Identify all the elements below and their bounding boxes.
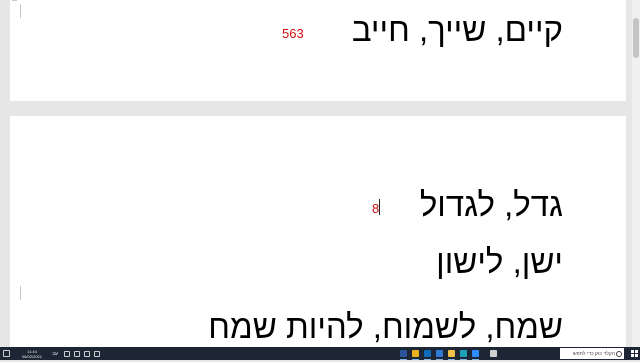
file-explorer-icon[interactable] [448, 347, 455, 360]
clock-date: 06/02/2021 [21, 354, 43, 359]
word-icon[interactable] [400, 347, 407, 360]
text-line[interactable]: קיים, שייך, חייב [352, 11, 563, 49]
store-icon[interactable] [436, 347, 443, 360]
volume-icon[interactable] [64, 347, 70, 360]
line-number-annotation: 563 [282, 26, 304, 41]
search-box[interactable]: הקלד כאן כדי לחפש [560, 348, 624, 359]
text-line[interactable]: ישן, לישון [436, 243, 563, 281]
mail-icon[interactable] [424, 347, 431, 360]
text-line[interactable]: שמח, לשמוח, להיות שמח [208, 308, 563, 346]
battery-icon[interactable] [84, 347, 90, 360]
notifications-icon[interactable] [3, 347, 10, 360]
margin-marker [20, 4, 21, 18]
zoom-icon[interactable] [472, 347, 479, 360]
margin-marker [20, 286, 21, 300]
text-cursor [379, 199, 380, 215]
chrome-icon[interactable] [412, 347, 419, 360]
scrollbar-thumb[interactable] [633, 18, 639, 58]
margin-marker [12, 0, 17, 1]
search-placeholder: הקלד כאן כדי לחפש [572, 350, 615, 357]
windows-logo-icon [630, 350, 638, 357]
language-indicator[interactable]: עב [52, 347, 58, 360]
network-icon[interactable] [74, 347, 80, 360]
text-line[interactable]: גדל, לגדול [420, 186, 563, 224]
document-canvas[interactable]: קיים, שייך, חייב 563 גדל, לגדול 8 ישן, ל… [0, 0, 640, 347]
taskbar: 11:44 06/02/2021 עב הקלד כאן כדי לחפש [0, 347, 640, 360]
start-button[interactable] [628, 347, 640, 360]
vertical-scrollbar[interactable] [632, 0, 640, 347]
search-icon [616, 351, 622, 357]
edge-icon[interactable] [460, 347, 467, 360]
chevron-up-icon[interactable] [94, 347, 100, 360]
task-view-icon[interactable] [490, 347, 497, 360]
